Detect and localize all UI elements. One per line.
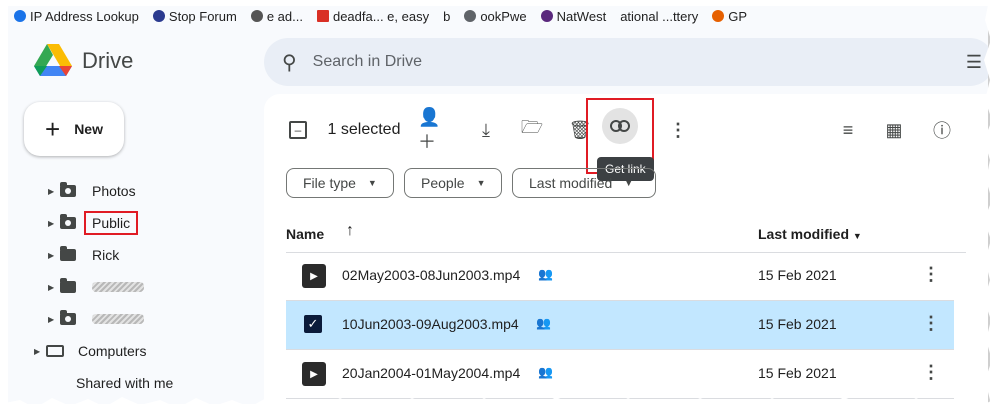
redacted-label [92, 282, 144, 292]
sort-arrow-icon[interactable]: ↑ [346, 222, 354, 240]
swirl-icon [250, 10, 263, 22]
shield-icon [152, 10, 165, 22]
table-header: Name ↑ Last modified ▼ [286, 214, 966, 253]
bookmark-item[interactable]: IP Address Lookup [14, 9, 139, 24]
torn-edge-bottom [0, 397, 997, 414]
bookmarks-bar: IP Address Lookup Stop Forum e ad... dea… [8, 6, 988, 26]
table-row[interactable]: ▶ 02May2003-08Jun2003.mp4 👥 15 Feb 2021 … [286, 252, 954, 301]
expand-arrow-icon[interactable]: ▶ [48, 187, 60, 196]
bookmark-item[interactable]: b [443, 9, 450, 24]
file-type-filter[interactable]: File type ▼ [286, 168, 394, 198]
move-icon[interactable]: 🗁 [514, 112, 550, 148]
torn-edge-right [984, 0, 997, 414]
shared-folder-icon [60, 310, 76, 325]
shared-people-icon: 👥 [536, 316, 551, 330]
search-placeholder: Search in Drive [312, 53, 423, 70]
video-thumbnail-icon: ▶ [302, 362, 326, 386]
selected-count: 1 selected [327, 121, 401, 138]
expand-arrow-icon[interactable]: ▶ [48, 219, 60, 228]
download-icon[interactable]: ⤓ [468, 112, 504, 148]
search-icon[interactable]: ⚲ [282, 50, 297, 75]
sidebar-item-redacted[interactable]: ▶ [48, 274, 144, 300]
folder-icon [60, 278, 76, 293]
firefox-icon [712, 10, 725, 22]
bookmark-item[interactable]: ational ...ttery [620, 9, 698, 24]
people-filter[interactable]: People ▼ [404, 168, 502, 198]
browser-window: IP Address Lookup Stop Forum e ad... dea… [8, 6, 990, 404]
column-header-modified[interactable]: Last modified ▼ [758, 226, 862, 242]
filter-icon[interactable]: ≡ [830, 112, 866, 148]
folder-icon [60, 246, 76, 261]
shared-people-icon: 👥 [538, 267, 553, 281]
file-modified: 15 Feb 2021 [758, 316, 837, 332]
bookmark-icon [316, 10, 329, 22]
app-name: Drive [82, 48, 134, 73]
plus-icon: + [45, 114, 61, 144]
share-icon[interactable]: 👤＋ [418, 107, 454, 152]
sidebar-item-photos[interactable]: ▶ Photos [48, 178, 136, 204]
bookmark-item[interactable]: Stop Forum [152, 9, 237, 24]
file-name: 20Jan2004-01May2004.mp4 [342, 365, 521, 381]
grid-view-icon[interactable]: ▦ [876, 112, 912, 148]
sidebar-item-computers[interactable]: ▶ Computers [34, 338, 146, 364]
shared-folder-icon [60, 214, 76, 229]
bookmark-item[interactable]: GP [712, 9, 747, 24]
bookmark-item[interactable]: NatWest [540, 9, 606, 24]
expand-arrow-icon[interactable]: ▶ [34, 347, 46, 356]
dropdown-caret-icon: ▼ [624, 178, 634, 188]
drive-logo[interactable]: Drive [34, 44, 133, 78]
file-name: 10Jun2003-09Aug2003.mp4 [342, 316, 519, 332]
dropdown-caret-icon: ▼ [476, 178, 486, 188]
row-more-icon[interactable]: ⋮ [922, 362, 940, 383]
row-more-icon[interactable]: ⋮ [922, 313, 940, 334]
get-link-button[interactable] [602, 108, 638, 144]
file-modified: 15 Feb 2021 [758, 365, 837, 381]
bookmark-item[interactable]: ookPwe [464, 9, 527, 24]
file-name: 02May2003-08Jun2003.mp4 [342, 267, 521, 283]
deselect-icon[interactable]: – [286, 112, 310, 148]
drive-logo-icon [34, 44, 72, 76]
column-header-name[interactable]: Name [286, 226, 324, 242]
shared-folder-icon [60, 182, 76, 197]
sidebar-item-rick[interactable]: ▶ Rick [48, 242, 119, 268]
file-list-panel: – 1 selected 👤＋ ⤓ 🗁 🗑 ⋮ ≡ ▦ ⓘ Get link F… [264, 94, 988, 404]
row-more-icon[interactable]: ⋮ [922, 264, 940, 285]
expand-arrow-icon[interactable]: ▶ [48, 283, 60, 292]
expand-arrow-icon[interactable]: ▶ [48, 315, 60, 324]
pwned-icon [464, 10, 477, 22]
search-options-icon[interactable]: ☰ [966, 52, 982, 73]
link-icon [610, 120, 630, 132]
file-modified: 15 Feb 2021 [758, 267, 837, 283]
bookmark-item[interactable]: deadfa... e, easy [316, 9, 429, 24]
sidebar-item-public[interactable]: ▶ Public [48, 210, 139, 236]
bookmark-item[interactable]: e ad... [250, 9, 303, 24]
natwest-icon [540, 10, 553, 22]
info-icon[interactable]: ⓘ [924, 112, 960, 148]
computer-icon [46, 345, 64, 357]
last-modified-filter[interactable]: Last modified ▼ [512, 168, 656, 198]
highlight-box: Public [83, 211, 139, 235]
expand-arrow-icon[interactable]: ▶ [48, 251, 60, 260]
globe-icon [14, 10, 26, 22]
table-row[interactable]: ✓ 10Jun2003-09Aug2003.mp4 👥 15 Feb 2021 … [286, 301, 954, 350]
sort-caret-icon: ▼ [852, 231, 862, 241]
new-button[interactable]: + New [24, 102, 124, 156]
more-actions-icon[interactable]: ⋮ [660, 112, 696, 148]
checkbox-checked-icon[interactable]: ✓ [304, 315, 322, 333]
sidebar-item-redacted[interactable]: ▶ [48, 306, 144, 332]
search-bar[interactable]: ⚲ Search in Drive ☰ [264, 38, 988, 86]
dropdown-caret-icon: ▼ [367, 178, 377, 188]
video-thumbnail-icon: ▶ [302, 264, 326, 288]
shared-people-icon: 👥 [538, 365, 553, 379]
redacted-label [92, 314, 144, 324]
